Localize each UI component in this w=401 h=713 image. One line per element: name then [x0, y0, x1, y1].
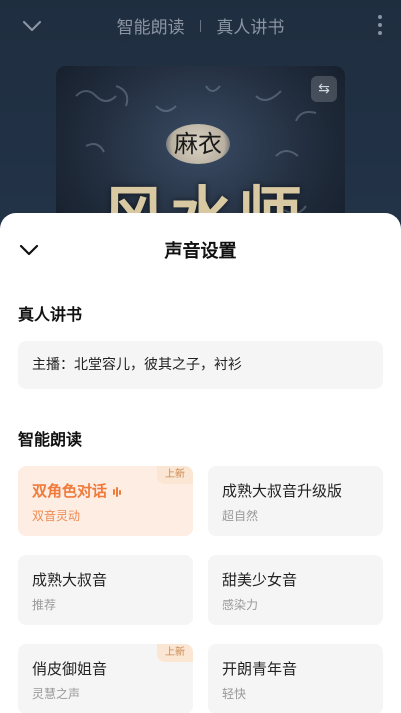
voice-card-mature-uncle[interactable]: 成熟大叔音 推荐	[18, 555, 193, 625]
voice-desc: 轻快	[222, 687, 247, 701]
section-title-ai: 智能朗读	[18, 430, 83, 449]
voice-desc: 双音灵动	[32, 509, 81, 523]
more-icon[interactable]	[377, 15, 383, 37]
voice-name: 成熟大叔音升级版	[222, 482, 343, 500]
voice-name: 甜美少女音	[222, 571, 298, 589]
mode-tabs: 智能朗读 真人讲书	[0, 13, 401, 38]
voice-card-playful-lady[interactable]: 俏皮御姐音 灵慧之声 上新	[18, 644, 193, 713]
human-anchor-option[interactable]: 主播：北堂容儿，彼其之子，衬衫	[18, 341, 383, 389]
player-top-bar: 智能朗读 真人讲书	[0, 0, 401, 50]
new-badge: 上新	[157, 644, 193, 662]
voice-card-cheerful-youth[interactable]: 开朗青年音 轻快	[208, 644, 383, 713]
voice-desc: 灵慧之声	[32, 687, 81, 701]
voice-name: 俏皮御姐音	[32, 660, 108, 678]
swap-icon[interactable]: ⇆	[311, 76, 337, 102]
voice-settings-sheet: 声音设置 真人讲书 主播：北堂容儿，彼其之子，衬衫 智能朗读 双角色对话 双音灵…	[0, 213, 401, 713]
sheet-header: 声音设置	[0, 213, 401, 285]
tab-human-reading[interactable]: 真人讲书	[216, 13, 284, 38]
voice-name: 开朗青年音	[222, 660, 298, 678]
new-badge: 上新	[157, 466, 193, 484]
cover-seal: 麻衣	[166, 124, 230, 164]
voice-desc: 超自然	[222, 509, 259, 523]
tab-divider	[200, 19, 201, 32]
tab-ai-reading[interactable]: 智能朗读	[117, 13, 185, 38]
sheet-title: 声音设置	[164, 241, 237, 262]
voice-name: 双角色对话	[32, 480, 179, 501]
voice-card-sweet-girl[interactable]: 甜美少女音 感染力	[208, 555, 383, 625]
voice-card-dual-role[interactable]: 双角色对话 双音灵动 上新	[18, 466, 193, 536]
voice-card-mature-uncle-plus[interactable]: 成熟大叔音升级版 超自然	[208, 466, 383, 536]
voice-desc: 推荐	[32, 598, 57, 612]
voice-name: 成熟大叔音	[32, 571, 108, 589]
sound-wave-icon	[113, 483, 122, 501]
section-title-human: 真人讲书	[18, 305, 83, 324]
voice-desc: 感染力	[222, 598, 259, 612]
